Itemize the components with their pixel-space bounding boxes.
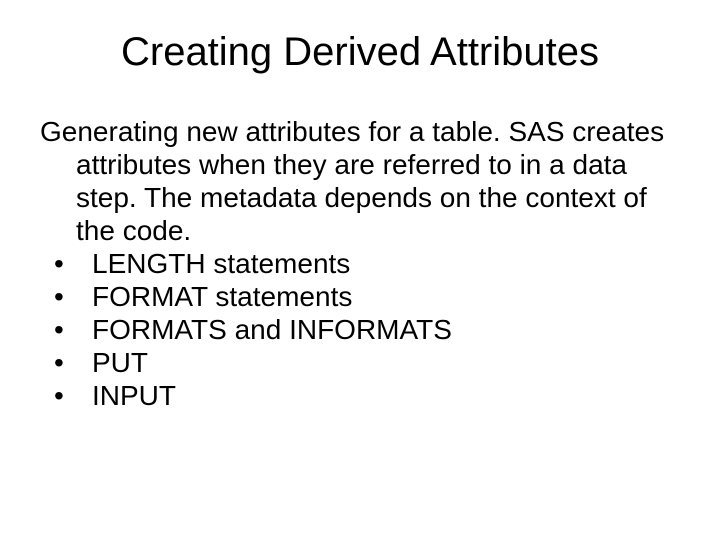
slide-title: Creating Derived Attributes [40, 30, 680, 75]
intro-paragraph: Generating new attributes for a table. S… [40, 115, 680, 247]
list-item: INPUT [40, 379, 680, 412]
list-item: LENGTH statements [40, 247, 680, 280]
bullet-list: LENGTH statements FORMAT statements FORM… [40, 247, 680, 412]
slide-body: Generating new attributes for a table. S… [40, 115, 680, 412]
slide: Creating Derived Attributes Generating n… [0, 0, 720, 540]
list-item: FORMAT statements [40, 280, 680, 313]
list-item: PUT [40, 346, 680, 379]
list-item: FORMATS and INFORMATS [40, 313, 680, 346]
